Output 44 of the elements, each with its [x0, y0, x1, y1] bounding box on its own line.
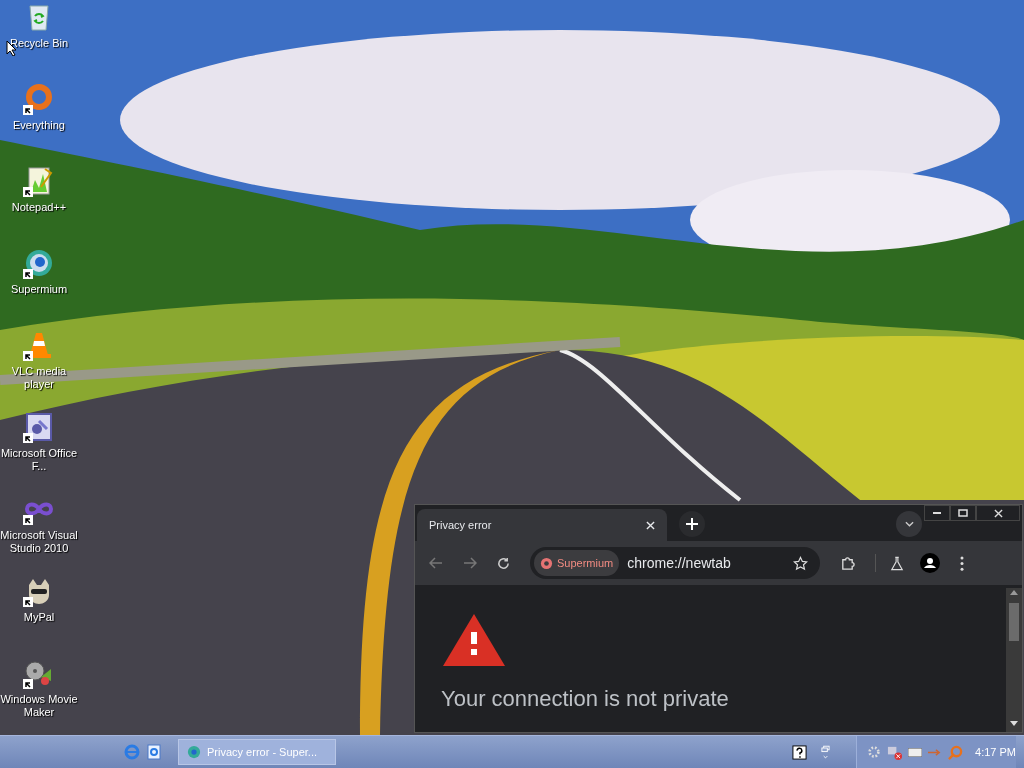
- desktop-icon-label[interactable]: Everything: [13, 119, 65, 132]
- globe-icon: [187, 745, 201, 759]
- star-icon[interactable]: [793, 555, 808, 571]
- close-icon[interactable]: [646, 520, 655, 530]
- document-icon[interactable]: [23, 411, 55, 443]
- site-chip[interactable]: Supermium: [534, 550, 620, 576]
- back-arrow-icon[interactable]: [429, 557, 443, 569]
- flask-icon[interactable]: [890, 555, 904, 571]
- desktop-icon-label[interactable]: Microsoft Office F...: [0, 447, 78, 473]
- maximize-button[interactable]: [950, 505, 976, 521]
- desktop-icon-label[interactable]: Microsoft Visual Studio 2010: [0, 529, 78, 555]
- keyboard-icon[interactable]: [908, 747, 923, 757]
- minimize-button[interactable]: [924, 505, 950, 521]
- more-options-icon[interactable]: [960, 555, 964, 571]
- warning-triangle-icon: [441, 612, 507, 668]
- desktop-icon-label[interactable]: MyPal: [23, 611, 55, 624]
- plus-icon: [686, 518, 698, 530]
- chevron-down-icon: [904, 521, 914, 527]
- globe-icon[interactable]: [23, 247, 55, 279]
- tab-search-button[interactable]: [896, 511, 922, 537]
- url-text: chrome://newtab: [627, 553, 732, 573]
- scroll-up-icon[interactable]: [1010, 590, 1018, 595]
- desktop-icon-label[interactable]: Notepad++: [11, 201, 67, 214]
- profile-icon[interactable]: [920, 553, 940, 573]
- browser-tab[interactable]: Privacy error: [417, 509, 667, 541]
- desktop-icon-label[interactable]: Windows Movie Maker: [0, 693, 78, 719]
- scrollbar[interactable]: [1006, 588, 1022, 732]
- desktop-icon-label[interactable]: Recycle Bin: [9, 37, 69, 50]
- scrollbar-thumb[interactable]: [1009, 603, 1019, 641]
- page-heading: Your connection is not private: [441, 685, 729, 713]
- forward-arrow-icon[interactable]: [463, 557, 477, 569]
- desktop-icon-label[interactable]: Supermium: [10, 283, 68, 296]
- restore-windows-icon[interactable]: [821, 744, 831, 760]
- close-icon: [993, 508, 1003, 518]
- minimize-icon: [933, 512, 941, 514]
- maximize-icon: [958, 509, 968, 517]
- address-bar[interactable]: Supermium chrome://newtab: [530, 547, 820, 579]
- new-tab-button[interactable]: [679, 511, 705, 537]
- puzzle-piece-icon[interactable]: [840, 555, 855, 571]
- scroll-down-icon[interactable]: [1010, 721, 1018, 726]
- close-button[interactable]: [976, 505, 1020, 521]
- help-icon[interactable]: [792, 744, 808, 760]
- network-error-icon[interactable]: [887, 744, 903, 760]
- reload-icon[interactable]: [497, 556, 510, 570]
